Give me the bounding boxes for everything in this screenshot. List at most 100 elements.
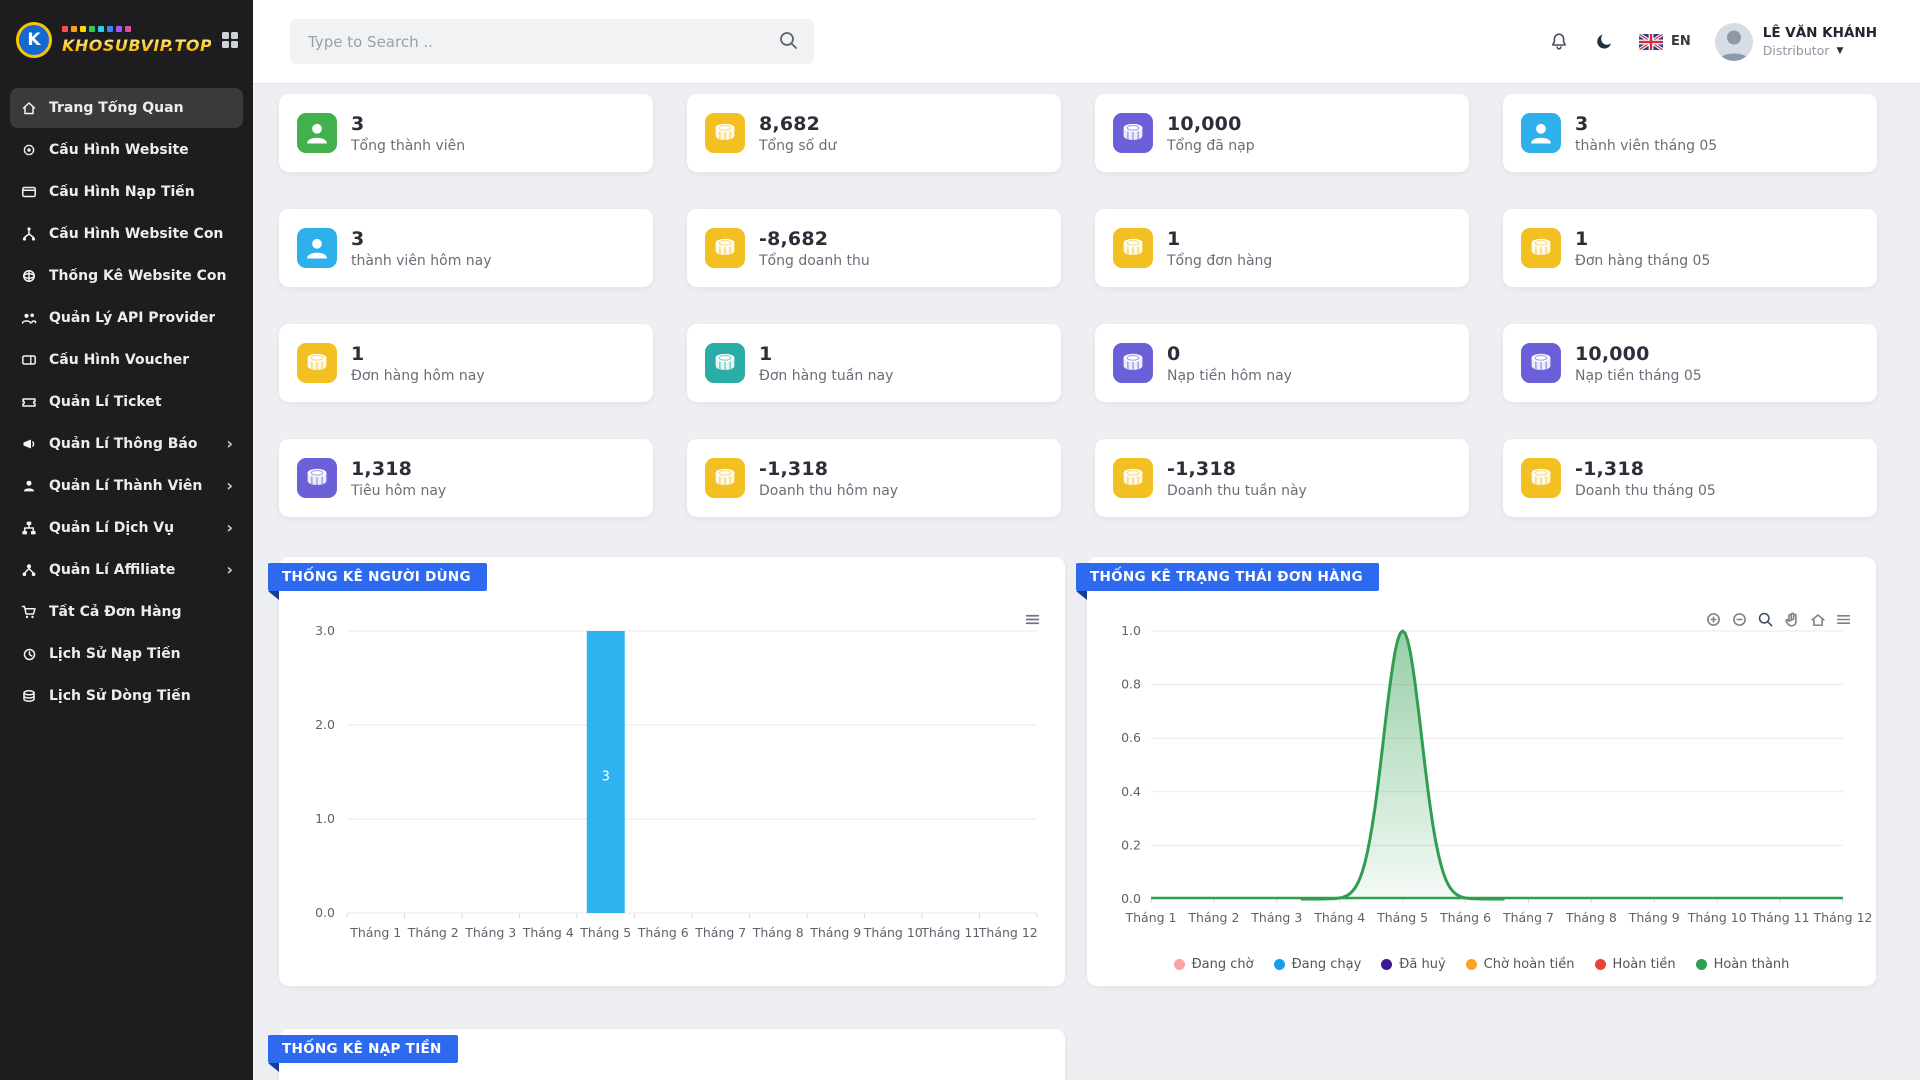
- zoom-in-icon[interactable]: [1705, 611, 1722, 628]
- sidebar-item-9[interactable]: Quản Lí Thành Viên›: [10, 466, 243, 506]
- search-input[interactable]: [308, 33, 770, 51]
- sidebar-menu: Trang Tổng Quan Cấu Hình Website Cấu Hình …: [0, 80, 253, 724]
- stat-card-2: 10,000Tổng đã nạp: [1095, 94, 1469, 172]
- svg-text:2.0: 2.0: [315, 717, 335, 732]
- sidebar-item-7[interactable]: Quản Lí Ticket: [10, 382, 243, 422]
- sidebar-item-0[interactable]: Trang Tổng Quan: [10, 88, 243, 128]
- legend-item[interactable]: Đang chạy: [1274, 957, 1362, 972]
- cart-icon: [20, 604, 38, 620]
- order-status-chart-title-ribbon: THỐNG KÊ TRẠNG THÁI ĐƠN HÀNG: [1076, 563, 1379, 591]
- stat-card-11: 10,000Nạp tiền tháng 05: [1503, 324, 1877, 402]
- sidebar-item-10[interactable]: Quản Lí Dịch Vụ›: [10, 508, 243, 548]
- sidebar-item-11[interactable]: Quản Lí Affiliate ›: [10, 550, 243, 590]
- users-icon: [20, 310, 38, 326]
- reset-home-icon[interactable]: [1809, 611, 1826, 628]
- logo-text[interactable]: KHOSUBVIP.TOP: [62, 36, 211, 55]
- dark-mode-moon-icon[interactable]: [1594, 31, 1615, 52]
- sidebar-item-4[interactable]: Thống Kê Website Con: [10, 256, 243, 296]
- stat-card-6: 1Tổng đơn hàng: [1095, 209, 1469, 287]
- legend-item[interactable]: Đã huỷ: [1381, 957, 1445, 972]
- legend-item[interactable]: Đang chờ: [1174, 957, 1254, 972]
- coin-icon: [705, 228, 745, 268]
- chart-legend: Đang chờ Đang chạy Đã huỷ Chờ hoàn tiền Hoàn…: [1087, 957, 1876, 972]
- member-icon: [297, 228, 337, 268]
- stat-label: Đơn hàng tháng 05: [1575, 253, 1710, 269]
- sidebar-item-label: Quản Lí Dịch Vụ: [49, 520, 174, 536]
- coin-icon: [1521, 228, 1561, 268]
- sidebar-item-1[interactable]: Cấu Hình Website: [10, 130, 243, 170]
- svg-text:Tháng 5: Tháng 5: [579, 925, 631, 940]
- sidebar-item-12[interactable]: Tất Cả Đơn Hàng: [10, 592, 243, 632]
- legend-marker: [1595, 959, 1606, 970]
- stat-value: -1,318: [759, 458, 898, 480]
- notifications-bell-icon[interactable]: [1548, 31, 1570, 53]
- stat-label: Tổng doanh thu: [759, 253, 870, 269]
- chevron-right-icon: ›: [226, 562, 233, 578]
- uk-flag-icon: [1639, 34, 1663, 50]
- svg-text:Tháng 7: Tháng 7: [1502, 910, 1554, 925]
- stat-value: 10,000: [1167, 113, 1255, 135]
- services-icon: [20, 520, 38, 536]
- order-status-chart-toolbar: [1705, 611, 1852, 628]
- stat-value: 1,318: [351, 458, 446, 480]
- coin-icon: [1113, 113, 1153, 153]
- user-menu[interactable]: LÊ VĂN KHÁNH Distributor ▼: [1715, 23, 1877, 61]
- money-icon: [20, 688, 38, 704]
- stat-card-10: 0Nạp tiền hôm nay: [1095, 324, 1469, 402]
- legend-item[interactable]: Hoàn thành: [1696, 957, 1790, 972]
- logo[interactable]: K: [16, 22, 52, 58]
- order-status-chart-card: THỐNG KÊ TRẠNG THÁI ĐƠN HÀNG 0.00.20.40.…: [1087, 557, 1876, 986]
- sidebar-item-label: Cấu Hình Nạp Tiền: [49, 184, 195, 200]
- svg-text:Tháng 1: Tháng 1: [349, 925, 401, 940]
- svg-text:Tháng 2: Tháng 2: [1187, 910, 1239, 925]
- sidebar-item-13[interactable]: Lịch Sử Nạp Tiền: [10, 634, 243, 674]
- sidebar-item-14[interactable]: Lịch Sử Dòng Tiền: [10, 676, 243, 716]
- legend-item[interactable]: Hoàn tiền: [1595, 957, 1676, 972]
- search-button[interactable]: [770, 24, 806, 60]
- legend-label: Đang chờ: [1192, 957, 1254, 972]
- stat-card-5: -8,682 Tổng doanh thu: [687, 209, 1061, 287]
- stat-value: -8,682: [759, 228, 870, 250]
- stat-label: Đơn hàng hôm nay: [351, 368, 485, 384]
- language-label: EN: [1671, 34, 1691, 49]
- menu-icon[interactable]: [1835, 611, 1852, 628]
- svg-text:Tháng 12: Tháng 12: [978, 925, 1038, 940]
- sidebar-item-label: Cấu Hình Website: [49, 142, 189, 158]
- stats-grid: 3Tổng thành viên 8,682Tổng số dư 10,000T…: [279, 94, 1877, 517]
- selection-zoom-icon[interactable]: [1757, 611, 1774, 628]
- svg-text:Tháng 8: Tháng 8: [1565, 910, 1617, 925]
- card-icon: [20, 184, 38, 200]
- legend-marker: [1274, 959, 1285, 970]
- logo-row: K KHOSUBVIP.TOP: [0, 0, 253, 80]
- stat-value: 8,682: [759, 113, 836, 135]
- stat-label: thành viên hôm nay: [351, 253, 492, 269]
- menu-icon[interactable]: [1024, 611, 1041, 628]
- svg-text:1.0: 1.0: [315, 811, 335, 826]
- stat-card-7: 1Đơn hàng tháng 05: [1503, 209, 1877, 287]
- stat-value: 1: [351, 343, 485, 365]
- sidebar-item-8[interactable]: Quản Lí Thông Báo›: [10, 424, 243, 464]
- sidebar-item-2[interactable]: Cấu Hình Nạp Tiền: [10, 172, 243, 212]
- stat-card-14: -1,318Doanh thu tuần này: [1095, 439, 1469, 517]
- coin-icon: [297, 343, 337, 383]
- coin-icon: [705, 343, 745, 383]
- zoom-out-icon[interactable]: [1731, 611, 1748, 628]
- legend-label: Đã huỷ: [1399, 957, 1445, 972]
- apps-grid-icon[interactable]: [221, 31, 239, 49]
- sidebar-item-3[interactable]: Cấu Hình Website Con: [10, 214, 243, 254]
- stat-card-3: 3thành viên tháng 05: [1503, 94, 1877, 172]
- sidebar-item-label: Cấu Hình Website Con: [49, 226, 223, 242]
- sidebar-item-label: Quản Lí Affiliate: [49, 562, 175, 578]
- history-icon: [20, 646, 38, 662]
- voucher-icon: [20, 352, 38, 368]
- stat-label: Tổng số dư: [759, 138, 836, 154]
- legend-item[interactable]: Chờ hoàn tiền: [1466, 957, 1575, 972]
- pan-hand-icon[interactable]: [1783, 611, 1800, 628]
- language-selector[interactable]: EN: [1639, 34, 1691, 50]
- sidebar-item-6[interactable]: Cấu Hình Voucher: [10, 340, 243, 380]
- svg-text:Tháng 9: Tháng 9: [1628, 910, 1680, 925]
- sidebar-item-5[interactable]: Quản Lý API Provider: [10, 298, 243, 338]
- deposit-chart-title-ribbon: THỐNG KÊ NẠP TIỀN: [268, 1035, 458, 1063]
- sidebar-item-label: Quản Lí Thành Viên: [49, 478, 202, 494]
- users-bar-chart: 0.01.02.03.0Tháng 1Tháng 2Tháng 3Tháng 4…: [279, 601, 1065, 986]
